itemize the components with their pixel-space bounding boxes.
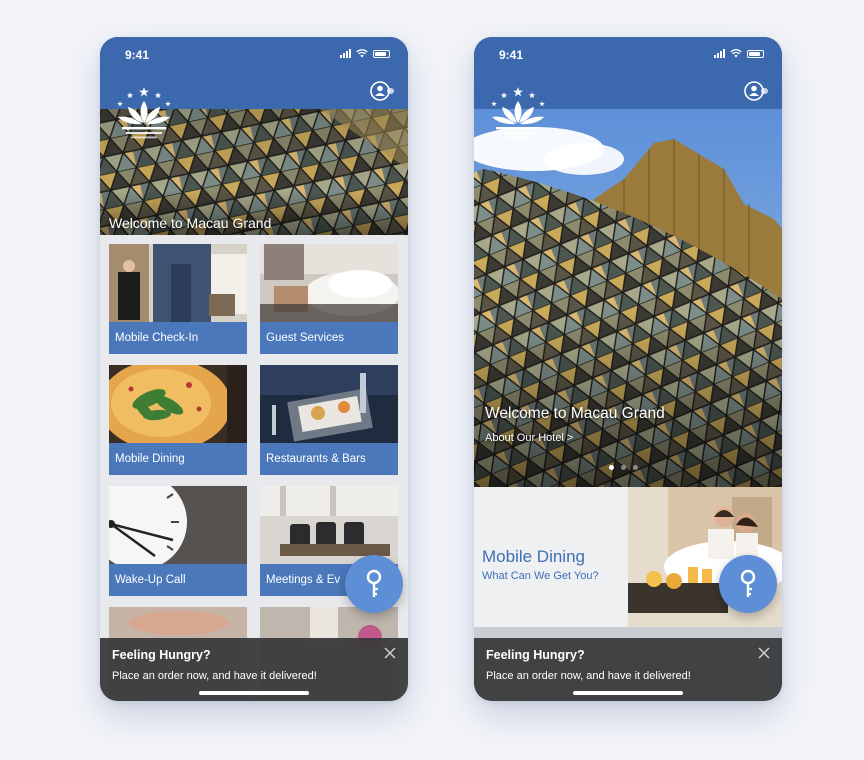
cellular-signal-icon	[714, 49, 725, 58]
tile-label: Mobile Dining	[109, 443, 247, 475]
close-icon[interactable]	[758, 647, 770, 659]
macau-lotus-logo	[117, 87, 171, 139]
carousel-dot[interactable]	[633, 465, 638, 470]
key-icon	[366, 569, 382, 597]
hero-title: Welcome to Macau Grand	[485, 405, 665, 422]
hero-title: Welcome to Macau Grand	[109, 215, 272, 231]
digital-key-button[interactable]	[345, 555, 403, 613]
status-time: 9:41	[499, 48, 524, 62]
tile-wake-up-call[interactable]: Wake-Up Call	[109, 486, 247, 596]
tile-mobile-check-in[interactable]: Mobile Check-In	[109, 244, 247, 354]
toast-title: Feeling Hungry?	[112, 648, 211, 662]
services-grid: Mobile Check-In Guest Services Mobile Di…	[100, 235, 408, 701]
status-bar: 9:41	[100, 37, 408, 75]
macau-lotus-logo	[491, 87, 545, 139]
phone-screen-home-grid: 9:41 Welcome to Macau Grand Mobile Check…	[100, 37, 408, 701]
profile-toggle-icon[interactable]	[744, 80, 768, 102]
profile-toggle-icon[interactable]	[370, 80, 394, 102]
phone-screen-home-hero: 9:41 Welcome to Macau Grand About Our Ho…	[474, 37, 782, 701]
tile-label: Restaurants & Bars	[260, 443, 398, 475]
toast-body: Place an order now, and have it delivere…	[112, 670, 317, 682]
tile-label: Mobile Check-In	[109, 322, 247, 354]
key-icon	[740, 569, 756, 597]
tile-label: Guest Services	[260, 322, 398, 354]
about-hotel-link[interactable]: About Our Hotel >	[485, 432, 573, 444]
carousel-dot-active[interactable]	[609, 465, 614, 470]
home-indicator[interactable]	[199, 691, 309, 695]
close-icon[interactable]	[384, 647, 396, 659]
battery-icon	[747, 49, 764, 58]
battery-icon	[373, 49, 390, 58]
carousel-dots[interactable]	[609, 465, 638, 470]
home-indicator[interactable]	[573, 691, 683, 695]
wifi-icon	[730, 49, 742, 58]
wifi-icon	[356, 49, 368, 58]
carousel-dot[interactable]	[621, 465, 626, 470]
hotel-facade-image	[474, 109, 782, 487]
promo-subtitle: What Can We Get You?	[482, 570, 599, 582]
hero-carousel[interactable]: Welcome to Macau Grand About Our Hotel >	[474, 109, 782, 487]
tile-label: Wake-Up Call	[109, 564, 247, 596]
tile-restaurants-bars[interactable]: Restaurants & Bars	[260, 365, 398, 475]
status-time: 9:41	[125, 48, 150, 62]
digital-key-button[interactable]	[719, 555, 777, 613]
status-bar: 9:41	[474, 37, 782, 75]
promo-text-panel: Mobile Dining What Can We Get You?	[474, 487, 628, 627]
tile-guest-services[interactable]: Guest Services	[260, 244, 398, 354]
promo-title: Mobile Dining	[482, 547, 585, 566]
toast-body: Place an order now, and have it delivere…	[486, 670, 691, 682]
tile-mobile-dining[interactable]: Mobile Dining	[109, 365, 247, 475]
toast-title: Feeling Hungry?	[486, 648, 585, 662]
cellular-signal-icon	[340, 49, 351, 58]
